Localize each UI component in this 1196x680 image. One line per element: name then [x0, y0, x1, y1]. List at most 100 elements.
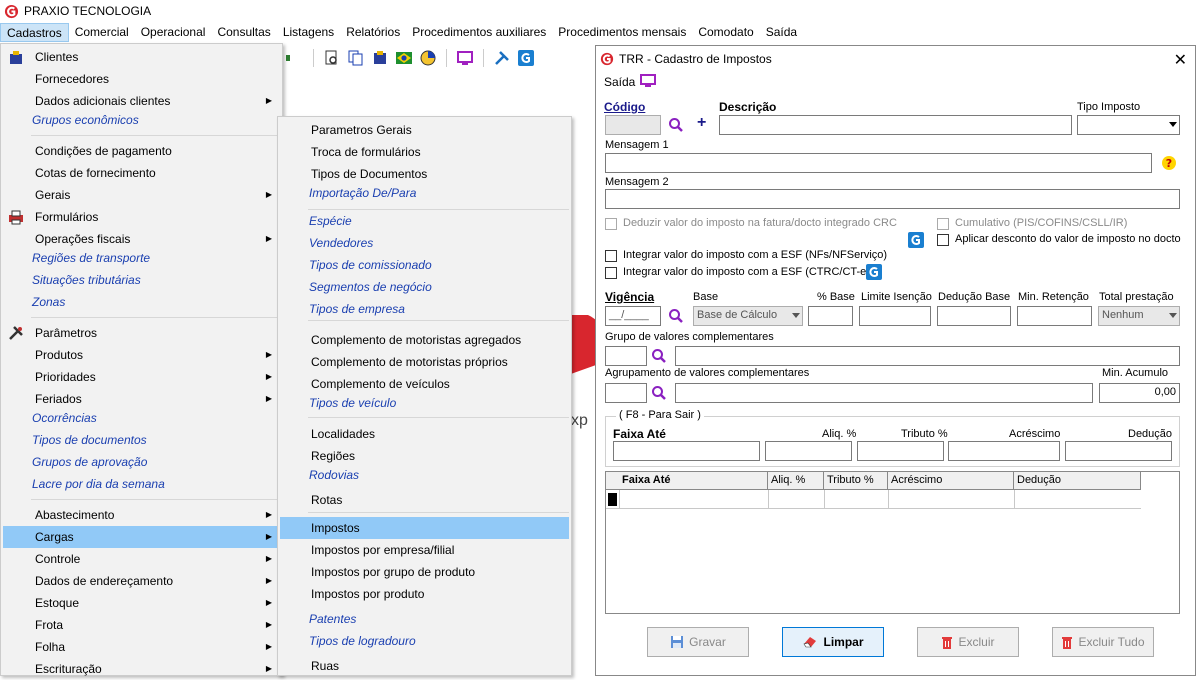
contacts-icon[interactable] — [371, 49, 389, 67]
grupo-valores-code-input[interactable] — [605, 346, 647, 366]
menubar-item[interactable]: Operacional — [135, 23, 212, 42]
column-header[interactable]: Faixa Até — [619, 472, 768, 489]
menu-item[interactable]: Controle ▶ — [3, 548, 280, 570]
menu-item[interactable]: Cargas ▶ — [3, 526, 280, 548]
close-icon[interactable]: ✕ — [1174, 50, 1187, 70]
menu-item[interactable]: Situações tributárias — [3, 269, 280, 291]
limpar-button[interactable]: Limpar — [782, 627, 884, 657]
saida-menu[interactable]: Saída — [604, 75, 635, 89]
menu-item[interactable]: Dados de endereçamento ▶ — [3, 570, 280, 592]
search-icon[interactable] — [668, 117, 684, 133]
gravar-button[interactable]: Gravar — [647, 627, 749, 657]
preview-icon[interactable] — [323, 49, 341, 67]
tools-icon[interactable] — [493, 49, 511, 67]
monitor-icon[interactable] — [456, 49, 474, 67]
faixa-ate-input[interactable] — [613, 441, 760, 461]
praxio-g-icon[interactable] — [866, 264, 882, 280]
search-icon[interactable] — [651, 385, 667, 401]
agrupamento-code-input[interactable] — [605, 383, 647, 403]
mensagem1-input[interactable] — [605, 153, 1152, 173]
descricao-input[interactable] — [719, 115, 1072, 135]
menu-item[interactable]: Rodovias — [280, 464, 569, 486]
menu-item[interactable]: Clientes — [3, 46, 280, 68]
deducao-input[interactable] — [1065, 441, 1172, 461]
menu-item[interactable]: Grupos econômicos — [3, 109, 280, 131]
menubar-item[interactable]: Consultas — [211, 23, 276, 42]
search-icon[interactable] — [651, 348, 667, 364]
menu-item[interactable]: Impostos por grupo de produto — [280, 561, 569, 583]
acrescimo-input[interactable] — [948, 441, 1060, 461]
menubar-item[interactable]: Comercial — [69, 23, 135, 42]
column-header[interactable]: Acréscimo — [888, 472, 1014, 489]
mensagem2-input[interactable] — [605, 189, 1180, 209]
search-icon[interactable] — [668, 308, 684, 324]
menu-item[interactable]: Formulários — [3, 206, 280, 228]
menu-item[interactable]: Tipos de documentos — [3, 429, 280, 451]
cumulativo-checkbox[interactable] — [937, 218, 949, 230]
limite-isencao-input[interactable] — [859, 306, 931, 326]
menu-item[interactable]: Frota ▶ — [3, 614, 280, 636]
monitor-icon[interactable] — [640, 74, 656, 88]
menu-item[interactable]: Parâmetros — [3, 322, 280, 344]
menu-item[interactable]: Prioridades ▶ — [3, 366, 280, 388]
menu-item[interactable]: Abastecimento ▶ — [3, 504, 280, 526]
menu-item[interactable]: Importação De/Para — [280, 182, 569, 204]
menu-item[interactable]: Tipos de comissionado — [280, 254, 569, 276]
menu-item[interactable]: Segmentos de negócio — [280, 276, 569, 298]
excluir-tudo-button[interactable]: Excluir Tudo — [1052, 627, 1154, 657]
base-select[interactable]: Base de Cálculo — [693, 306, 803, 326]
vigencia-input[interactable]: __/____ — [605, 306, 661, 326]
column-header[interactable]: Tributo % — [824, 472, 888, 489]
menu-item[interactable]: Estoque ▶ — [3, 592, 280, 614]
menu-item[interactable]: Impostos por empresa/filial — [280, 539, 569, 561]
grupo-valores-desc-input[interactable] — [675, 346, 1180, 366]
deduzir-checkbox[interactable] — [605, 218, 617, 230]
pct-base-input[interactable] — [808, 306, 853, 326]
menu-item[interactable]: Escrituração ▶ — [3, 658, 280, 680]
menu-item[interactable]: Tipos de empresa — [280, 298, 569, 320]
table-row[interactable] — [606, 490, 1141, 509]
min-retencao-input[interactable] — [1017, 306, 1092, 326]
menu-item[interactable]: Lacre por dia da semana — [3, 473, 280, 495]
min-acumulo-input[interactable]: 0,00 — [1099, 383, 1180, 403]
menu-item[interactable]: Parametros Gerais — [280, 119, 569, 141]
menu-item[interactable]: Gerais ▶ — [3, 184, 280, 206]
menubar-item[interactable]: Procedimentos auxiliares — [406, 23, 552, 42]
menu-item[interactable]: Ocorrências — [3, 407, 280, 429]
menu-item[interactable]: Cotas de fornecimento — [3, 162, 280, 184]
aliq-input[interactable] — [765, 441, 852, 461]
menu-item[interactable]: Grupos de aprovação — [3, 451, 280, 473]
menu-item[interactable]: Ruas — [280, 655, 569, 677]
column-header[interactable]: Dedução — [1014, 472, 1141, 489]
menu-item[interactable]: Condições de pagamento — [3, 140, 280, 162]
menu-item[interactable]: Localidades — [280, 423, 569, 445]
total-prestacao-select[interactable]: Nenhum — [1098, 306, 1180, 326]
menu-item[interactable]: Tipos de logradouro — [280, 630, 569, 652]
menu-item[interactable]: Espécie — [280, 210, 569, 232]
integrar-ctrc-checkbox[interactable] — [605, 267, 617, 279]
documents-icon[interactable] — [347, 49, 365, 67]
add-icon[interactable]: + — [697, 114, 706, 132]
praxio-g-icon[interactable] — [517, 49, 535, 67]
pie-chart-icon[interactable] — [419, 49, 437, 67]
menu-item[interactable]: Complemento de motoristas agregados — [280, 329, 569, 351]
help-icon[interactable]: ? — [1161, 155, 1177, 171]
menubar-item[interactable]: Cadastros — [0, 23, 69, 42]
menu-item[interactable]: Troca de formulários — [280, 141, 569, 163]
menu-item[interactable]: Folha ▶ — [3, 636, 280, 658]
praxio-g-icon[interactable] — [908, 232, 924, 248]
tributo-input[interactable] — [857, 441, 944, 461]
menu-item[interactable]: Tipos de veículo — [280, 392, 569, 414]
menu-item[interactable]: Fornecedores — [3, 68, 280, 90]
menu-item[interactable]: Impostos por produto — [280, 583, 569, 605]
column-header[interactable]: Aliq. % — [768, 472, 824, 489]
faixa-grid[interactable]: Faixa Até Aliq. % Tributo % Acréscimo Deduçã… — [605, 471, 1180, 614]
agrupamento-desc-input[interactable] — [675, 383, 1093, 403]
deducao-base-input[interactable] — [937, 306, 1011, 326]
menu-item[interactable]: Patentes — [280, 608, 569, 630]
integrar-nfs-checkbox[interactable] — [605, 250, 617, 262]
menu-item[interactable]: Rotas — [280, 489, 569, 511]
menu-item[interactable]: Vendedores — [280, 232, 569, 254]
menu-item[interactable]: Zonas — [3, 291, 280, 313]
brazil-flag-icon[interactable] — [395, 49, 413, 67]
